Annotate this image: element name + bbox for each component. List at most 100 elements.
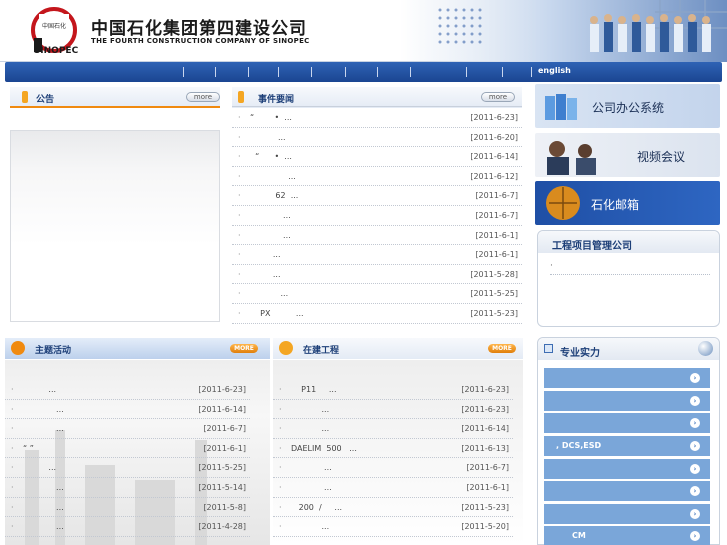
project-row[interactable]: · ... [2011-5-20] xyxy=(273,517,513,537)
events-row[interactable]: · ... [2011-6-12] xyxy=(232,167,522,187)
sinopec-mail-button[interactable]: 石化邮箱 xyxy=(535,181,720,225)
strength-item[interactable]: › xyxy=(544,391,710,411)
topic-row[interactable]: · “ ” [2011-6-1] xyxy=(5,439,250,459)
arrow-right-icon: › xyxy=(690,509,700,519)
nav-separator xyxy=(345,67,346,77)
announce-title: 公告 xyxy=(36,95,55,105)
sinopec-logo[interactable]: 中国石化 SINOPEC xyxy=(30,6,78,56)
arrow-right-icon: › xyxy=(690,464,700,474)
nav-separator xyxy=(531,67,532,77)
topic-list: · ... [2011-6-23] · ... [2011-6-14] · ...[… xyxy=(5,360,270,545)
strength-item[interactable]: › xyxy=(544,368,710,388)
company-name-en: THE FOURTH CONSTRUCTION COMPANY OF SINOP… xyxy=(91,37,310,45)
divider xyxy=(550,274,710,275)
topic-row[interactable]: · ... [2011-6-23] xyxy=(5,380,250,400)
events-row[interactable]: · “ • ... [2011-6-14] xyxy=(232,147,522,167)
strength-title: 专业实力 xyxy=(560,348,600,359)
globe-mail-icon xyxy=(546,186,580,220)
arrow-right-icon: › xyxy=(690,373,700,383)
main-nav: english xyxy=(5,62,722,82)
projects-header: 在建工程 MORE xyxy=(273,338,523,359)
project-row[interactable]: · DAELIM 500 ... [2011-6-13] xyxy=(273,439,513,459)
arrow-right-icon: › xyxy=(690,531,700,541)
project-row[interactable]: · 200 / ... [2011-5-23] xyxy=(273,498,513,518)
events-icon xyxy=(238,91,244,103)
header-banner-image xyxy=(430,0,727,62)
events-row[interactable]: · “ • ... [2011-6-23] xyxy=(232,108,522,128)
announce-underline xyxy=(10,106,220,108)
announce-icon xyxy=(22,91,28,103)
nav-separator xyxy=(502,67,503,77)
strength-item[interactable]: › xyxy=(544,459,710,479)
topic-title: 主题活动 xyxy=(35,346,72,356)
announce-more-button[interactable]: more xyxy=(186,92,220,102)
projects-icon xyxy=(279,341,293,355)
events-row[interactable]: · ... [2011-6-1] xyxy=(232,245,522,265)
strength-item[interactable]: , DCS,ESD › xyxy=(544,436,710,456)
events-row[interactable]: · 62 ... [2011-6-7] xyxy=(232,186,522,206)
nav-english-link[interactable]: english xyxy=(538,66,571,75)
project-company-title: 工程项目管理公司 xyxy=(552,241,632,252)
events-row[interactable]: · ... [2011-6-20] xyxy=(232,128,522,148)
headset-operators-icon xyxy=(547,141,596,175)
checkbox-icon xyxy=(544,344,553,353)
strength-item[interactable]: › xyxy=(544,413,710,433)
topic-row[interactable]: · ... [2011-5-8] xyxy=(5,498,250,518)
events-row[interactable]: · ... [2011-6-1] xyxy=(232,226,522,246)
project-row[interactable]: · ... [2011-6-7] xyxy=(273,458,513,478)
project-row[interactable]: · ... [2011-6-14] xyxy=(273,419,513,439)
strength-item[interactable]: › xyxy=(544,481,710,501)
topic-row[interactable]: · ... [2011-5-25] xyxy=(5,458,250,478)
office-system-button[interactable]: 公司办公系统 xyxy=(535,84,720,128)
site-header: 中国石化 SINOPEC 中国石化集团第四建设公司 THE FOURTH CON… xyxy=(0,0,727,62)
projects-title: 在建工程 xyxy=(303,346,340,356)
nav-separator xyxy=(377,67,378,77)
nav-separator xyxy=(215,67,216,77)
svg-text:中国石化: 中国石化 xyxy=(42,22,66,30)
nav-separator xyxy=(410,67,411,77)
events-underline xyxy=(232,106,522,107)
nav-separator xyxy=(466,67,467,77)
arrow-right-icon: › xyxy=(690,396,700,406)
nav-separator xyxy=(278,67,279,77)
project-company-item[interactable]: · xyxy=(550,261,553,271)
arrow-right-icon: › xyxy=(690,486,700,496)
project-row[interactable]: · ... [2011-6-23] xyxy=(273,400,513,420)
announce-header: 公告 more xyxy=(10,87,220,108)
nav-separator xyxy=(183,67,184,77)
events-row[interactable]: · PX ... [2011-5-23] xyxy=(232,304,522,324)
events-list: · “ • ... [2011-6-23] · ... [2011-6-20] · “… xyxy=(232,108,522,326)
events-row[interactable]: · ... [2011-6-7] xyxy=(232,206,522,226)
events-title: 事件要闻 xyxy=(258,95,295,105)
binders-icon xyxy=(545,94,577,120)
strength-item[interactable]: › xyxy=(544,504,710,524)
svg-text:SINOPEC: SINOPEC xyxy=(34,46,78,56)
topic-row[interactable]: · ... [2011-4-28] xyxy=(5,517,250,537)
nav-separator xyxy=(248,67,249,77)
topic-row[interactable]: · ... [2011-5-14] xyxy=(5,478,250,498)
project-row[interactable]: · ... [2011-6-1] xyxy=(273,478,513,498)
events-header: 事件要闻 more xyxy=(232,87,522,108)
topic-header: 主题活动 MORE xyxy=(5,338,270,359)
strength-item[interactable]: CM › xyxy=(544,526,710,545)
announce-content xyxy=(10,130,220,322)
events-row[interactable]: · ... [2011-5-28] xyxy=(232,265,522,285)
events-more-button[interactable]: more xyxy=(481,92,515,102)
globe-icon xyxy=(698,341,713,356)
topic-icon xyxy=(11,341,25,355)
video-conference-button[interactable]: 视频会议 xyxy=(535,133,720,177)
company-name-cn: 中国石化集团第四建设公司 xyxy=(91,19,307,39)
video-conference-label: 视频会议 xyxy=(637,150,686,164)
topic-row[interactable]: · ... [2011-6-14] xyxy=(5,400,250,420)
arrow-right-icon: › xyxy=(690,418,700,428)
topic-row[interactable]: · ... [2011-6-7] xyxy=(5,419,250,439)
nav-separator xyxy=(311,67,312,77)
topic-more-button[interactable]: MORE xyxy=(230,344,258,353)
projects-more-button[interactable]: MORE xyxy=(488,344,516,353)
events-row[interactable]: · ... [2011-5-25] xyxy=(232,284,522,304)
project-company-panel: 工程项目管理公司 · xyxy=(537,230,720,327)
project-row[interactable]: · P11 ... [2011-6-23] xyxy=(273,380,513,400)
projects-list: · P11 ... [2011-6-23] · ... [2011-6-23] · … xyxy=(273,360,523,545)
arrow-right-icon: › xyxy=(690,441,700,451)
sinopec-mail-label: 石化邮箱 xyxy=(591,198,640,212)
